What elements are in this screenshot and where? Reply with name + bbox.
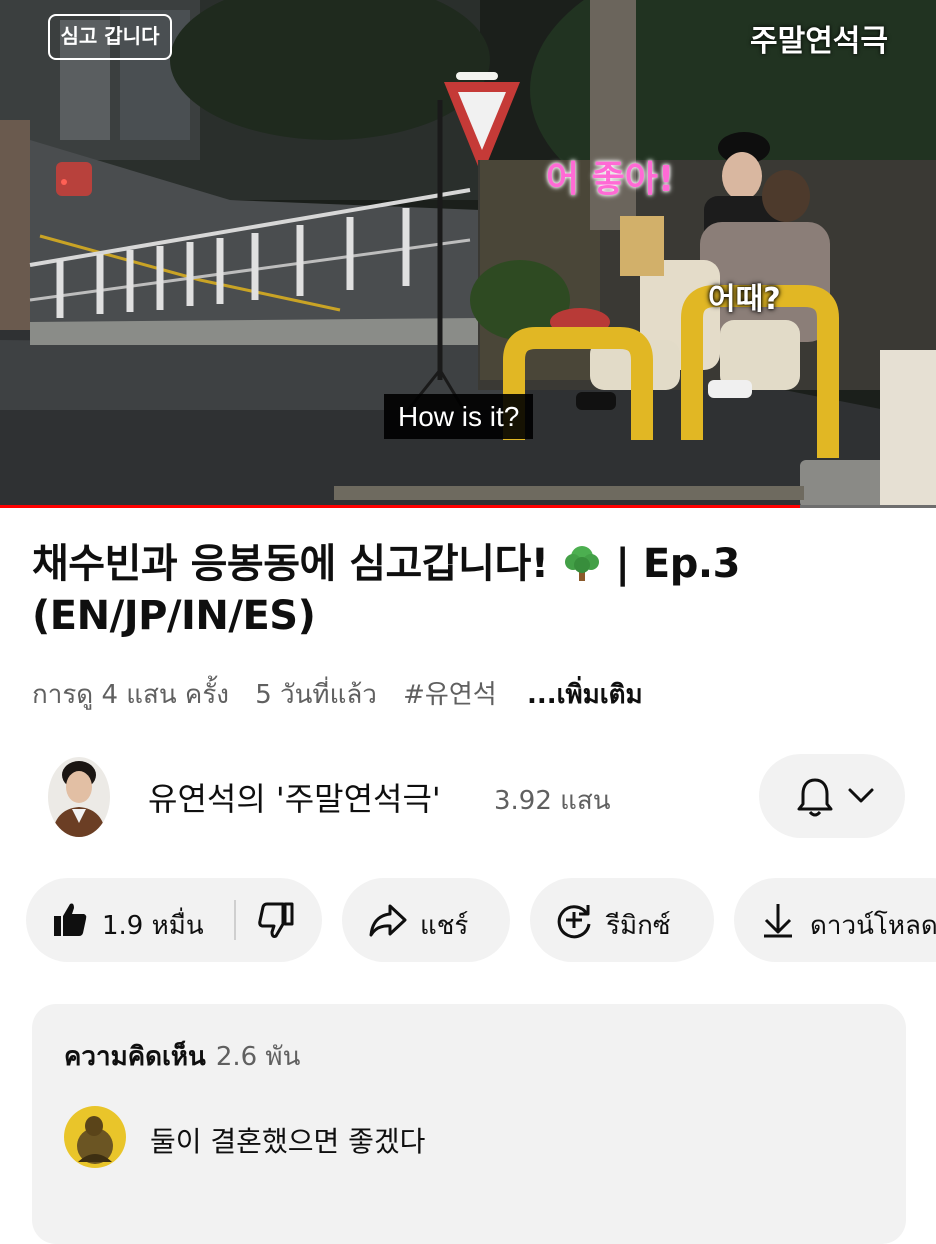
more-button[interactable]: ...เพิ่มเติม xyxy=(527,680,643,710)
share-button[interactable]: แชร์ xyxy=(342,878,510,962)
video-title-main: 채수빈과 응봉동에 심고갑니다! xyxy=(32,541,549,587)
comments-count: 2.6 พัน xyxy=(215,1042,301,1072)
commenter-avatar-image xyxy=(64,1106,126,1168)
tree-icon xyxy=(564,546,599,581)
channel-watermark: 주말연석극 xyxy=(750,24,888,59)
comments-panel[interactable]: ความคิดเห็น 2.6 พัน 둘이 결혼했으면 좋겠다 xyxy=(32,1004,906,1244)
overlay-tag: 심고 갑니다 xyxy=(48,14,172,60)
hashtag-link[interactable]: #유연석 xyxy=(403,680,497,710)
subscriber-count: 3.92 แสน xyxy=(494,786,611,816)
top-comment-text: 둘이 결혼했으면 좋겠다 xyxy=(150,1125,426,1158)
video-title[interactable]: 채수빈과 응봉동에 심고갑니다! | Ep.3 (EN/JP/IN/ES) xyxy=(32,538,912,642)
comments-header: ความคิดเห็น 2.6 พัน xyxy=(64,1036,300,1077)
download-icon xyxy=(764,904,792,938)
commenter-avatar[interactable] xyxy=(64,1106,126,1168)
remix-icon xyxy=(557,905,591,939)
share-label: แชร์ xyxy=(420,911,469,941)
bell-icon xyxy=(797,778,833,817)
view-count: การดู 4 แสน ครั้ง xyxy=(32,680,229,710)
like-icon[interactable] xyxy=(52,900,88,938)
share-icon xyxy=(369,904,407,937)
like-count[interactable]: 1.9 หมื่น xyxy=(102,905,204,946)
progress-fill xyxy=(0,505,801,508)
subtitle: How is it? xyxy=(384,394,534,439)
like-dislike-group: 1.9 หมื่น xyxy=(26,878,322,962)
download-label: ดาวน์โหลด xyxy=(810,911,936,941)
notification-bell-button[interactable] xyxy=(759,754,905,838)
progress-bar[interactable] xyxy=(0,505,936,508)
video-meta[interactable]: การดู 4 แสน ครั้ง 5 วันที่แล้ว #유연석 ...เ… xyxy=(32,674,661,715)
comments-heading: ความคิดเห็น xyxy=(64,1042,206,1072)
channel-avatar[interactable] xyxy=(48,757,110,837)
video-player[interactable]: 심고 갑니다 주말연석극 어 좋아! 어때? How is it? xyxy=(0,0,936,508)
download-button[interactable]: ดาวน์โหลด xyxy=(734,878,936,962)
channel-name[interactable]: 유연석의 '주말연석극' xyxy=(148,774,441,820)
remix-button[interactable]: รีมิกซ์ xyxy=(530,878,714,962)
chevron-down-icon xyxy=(848,788,874,803)
caption-pink: 어 좋아! xyxy=(546,159,675,200)
dislike-icon[interactable] xyxy=(258,902,294,940)
avatar-image xyxy=(48,757,110,837)
caption-white: 어때? xyxy=(708,282,781,317)
upload-date: 5 วันที่แล้ว xyxy=(255,680,377,710)
remix-label: รีมิกซ์ xyxy=(606,911,671,941)
pill-divider xyxy=(234,900,236,940)
